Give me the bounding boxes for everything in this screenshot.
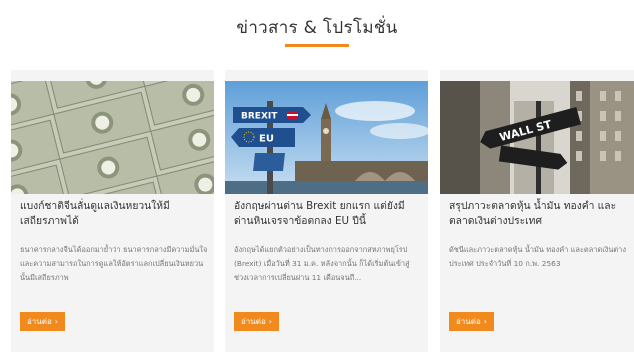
- section-title: ข่าวสาร & โปรโมชั่น: [236, 18, 398, 38]
- read-more-button[interactable]: อ่านต่อ ›: [449, 312, 494, 331]
- read-more-label: อ่านต่อ: [456, 317, 481, 326]
- read-more-button[interactable]: อ่านต่อ ›: [20, 312, 65, 331]
- chevron-right-icon: ›: [268, 317, 272, 326]
- brexit-signpost-image[interactable]: BREXIT EU: [225, 81, 428, 194]
- article-excerpt: อังกฤษได้แยกตัวอย่างเป็นทางการออกจากสหภา…: [234, 245, 410, 282]
- article-title[interactable]: สรุปภาวะตลาดหุ้น น้ำมัน ทองคำ และตลาดเงิ…: [449, 199, 628, 229]
- article-excerpt: ดัชนีและภาวะตลาดหุ้น น้ำมัน ทองคำ และตลา…: [449, 245, 626, 268]
- read-more-button[interactable]: อ่านต่อ ›: [234, 312, 279, 331]
- read-more-label: อ่านต่อ: [27, 317, 52, 326]
- title-underline: [285, 44, 349, 47]
- news-card-3[interactable]: WALL ST สรุปภาวะตลาดหุ้น น้ำมัน ทองคำ แล…: [440, 70, 634, 352]
- news-card-2[interactable]: BREXIT EU อังกฤษผ่านด่าน Brexit ยกแรก แต…: [225, 70, 428, 352]
- news-card-1[interactable]: แบงก์ชาติจีนลั่นดูแลเงินหยวนให้มีเสถียรภ…: [11, 70, 214, 352]
- article-excerpt: ธนาคารกลางจีนได้ออกมาย้ำว่า ธนาคารกลางมี…: [20, 245, 208, 282]
- chevron-right-icon: ›: [54, 317, 58, 326]
- dollar-bills-image[interactable]: [11, 81, 214, 194]
- sign-brexit-text: BREXIT: [241, 112, 278, 122]
- article-title[interactable]: แบงก์ชาติจีนลั่นดูแลเงินหยวนให้มีเสถียรภ…: [20, 199, 208, 229]
- sign-eu-text: EU: [259, 134, 274, 145]
- wall-street-sign-image[interactable]: WALL ST: [440, 81, 634, 194]
- article-title[interactable]: อังกฤษผ่านด่าน Brexit ยกแรก แต่ยังมีด่าน…: [234, 199, 422, 229]
- chevron-right-icon: ›: [483, 317, 487, 326]
- read-more-label: อ่านต่อ: [241, 317, 266, 326]
